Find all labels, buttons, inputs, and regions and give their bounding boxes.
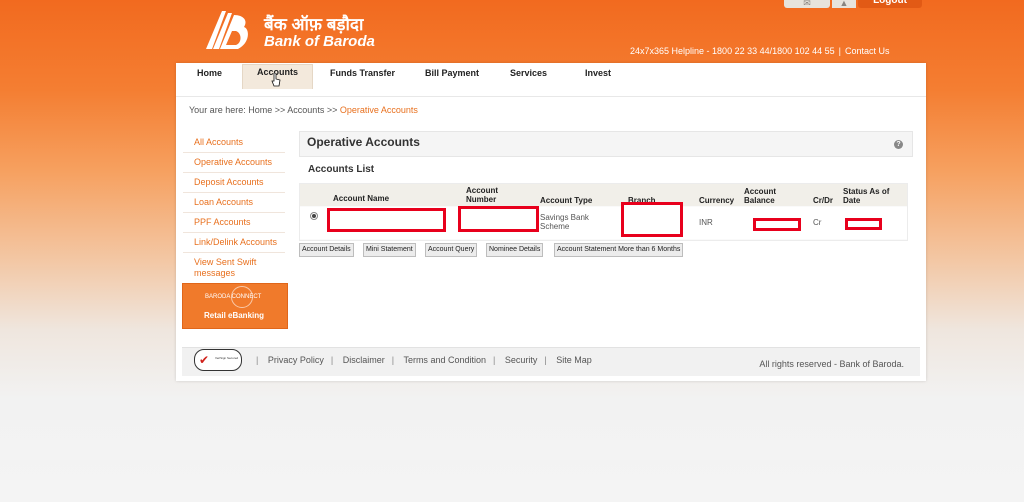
contact-us-link[interactable]: Contact Us bbox=[845, 46, 890, 56]
copyright-text: All rights reserved - Bank of Baroda. bbox=[759, 359, 904, 369]
verisign-check-icon: ✔ bbox=[199, 353, 210, 367]
breadcrumb-accounts[interactable]: Accounts bbox=[287, 105, 324, 115]
tab-bill-payment[interactable]: Bill Payment bbox=[425, 68, 479, 78]
redacted-branch bbox=[621, 202, 683, 237]
breadcrumb-separator: >> bbox=[326, 105, 338, 115]
mouse-cursor-icon bbox=[271, 73, 281, 87]
promo-subtitle: Retail eBanking bbox=[204, 311, 265, 320]
verisign-badge-text: VeriSign Secured bbox=[215, 356, 239, 360]
mini-statement-button[interactable]: Mini Statement bbox=[363, 243, 416, 257]
main-panel: Home Accounts Funds Transfer Bill Paymen… bbox=[176, 63, 926, 381]
redacted-account-name bbox=[327, 208, 446, 232]
sidebar: All Accounts Operative Accounts Deposit … bbox=[183, 131, 285, 283]
breadcrumb-separator: >> bbox=[274, 105, 286, 115]
col-status-date: Status As of Date bbox=[843, 187, 890, 205]
security-link[interactable]: Security bbox=[505, 355, 538, 365]
logout-button[interactable]: Logout bbox=[858, 0, 922, 8]
breadcrumb-prefix: Your are here: bbox=[189, 105, 246, 115]
sidebar-item-link-delink-accounts[interactable]: Link/Delink Accounts bbox=[183, 233, 285, 253]
sidebar-item-view-sent-swift[interactable]: View Sent Swift messages bbox=[183, 253, 285, 283]
page-title: Operative Accounts bbox=[307, 135, 420, 149]
help-icon[interactable]: ? bbox=[894, 140, 903, 149]
col-account-name: Account Name bbox=[333, 194, 390, 203]
main-nav: Home Accounts Funds Transfer Bill Paymen… bbox=[176, 63, 926, 97]
accounts-table: Account Name Account Number Account Type… bbox=[299, 183, 908, 241]
col-cr-dr: Cr/Dr bbox=[813, 196, 834, 205]
nominee-details-button[interactable]: Nominee Details bbox=[486, 243, 544, 257]
account-statement-6-months-button[interactable]: Account Statement More than 6 Months bbox=[554, 243, 684, 257]
disclaimer-link[interactable]: Disclaimer bbox=[343, 355, 385, 365]
helpline-text: 24x7x365 Helpline - 1800 22 33 44/1800 1… bbox=[630, 46, 835, 56]
account-type-value: Savings Bank Scheme bbox=[540, 213, 589, 231]
account-query-button[interactable]: Account Query bbox=[425, 243, 478, 257]
mail-button[interactable]: ✉ bbox=[784, 0, 830, 8]
terms-link[interactable]: Terms and Condition bbox=[403, 355, 486, 365]
sidebar-item-deposit-accounts[interactable]: Deposit Accounts bbox=[183, 173, 285, 193]
col-account-balance: Account Balance bbox=[744, 187, 776, 205]
col-currency: Currency bbox=[699, 196, 735, 205]
cr-dr-value: Cr bbox=[813, 218, 822, 227]
top-utility-bar: ✉ ▲ Logout bbox=[784, 0, 924, 8]
tab-invest[interactable]: Invest bbox=[585, 68, 611, 78]
alert-button[interactable]: ▲ bbox=[832, 0, 856, 8]
account-details-button[interactable]: Account Details bbox=[299, 243, 354, 257]
col-account-type: Account Type bbox=[540, 196, 593, 205]
logo-english-text: Bank of Baroda bbox=[264, 33, 375, 50]
tab-funds-transfer[interactable]: Funds Transfer bbox=[330, 68, 395, 78]
breadcrumb-home[interactable]: Home bbox=[248, 105, 272, 115]
sidebar-item-loan-accounts[interactable]: Loan Accounts bbox=[183, 193, 285, 213]
col-account-number: Account Number bbox=[466, 186, 498, 204]
account-radio[interactable] bbox=[310, 212, 318, 220]
accounts-list-title: Accounts List bbox=[308, 164, 375, 175]
promo-title: BARODA CONNECT bbox=[205, 294, 262, 300]
redacted-account-number bbox=[458, 206, 539, 232]
helpline-bar: 24x7x365 Helpline - 1800 22 33 44/1800 1… bbox=[630, 46, 890, 56]
sidebar-item-all-accounts[interactable]: All Accounts bbox=[183, 131, 285, 153]
baroda-connect-banner[interactable]: BARODA CONNECT Retail eBanking bbox=[182, 283, 288, 329]
sidebar-item-ppf-accounts[interactable]: PPF Accounts bbox=[183, 213, 285, 233]
warning-icon: ▲ bbox=[839, 0, 849, 8]
footer-links: | Privacy Policy | Disclaimer | Terms and … bbox=[256, 355, 592, 365]
sidebar-item-operative-accounts[interactable]: Operative Accounts bbox=[183, 153, 285, 173]
tab-home[interactable]: Home bbox=[197, 68, 222, 78]
redacted-status-date bbox=[845, 218, 882, 230]
currency-value: INR bbox=[699, 218, 713, 227]
breadcrumb: Your are here: Home >> Accounts >> Opera… bbox=[189, 105, 418, 115]
tab-services[interactable]: Services bbox=[510, 68, 547, 78]
logo-hindi-text: बैंक ऑफ़ बड़ौदा bbox=[264, 15, 364, 34]
privacy-policy-link[interactable]: Privacy Policy bbox=[268, 355, 324, 365]
footer: ✔ VeriSign Secured | Privacy Policy | Dis… bbox=[182, 347, 920, 376]
site-map-link[interactable]: Site Map bbox=[556, 355, 592, 365]
verisign-badge[interactable]: ✔ VeriSign Secured bbox=[194, 349, 242, 371]
mail-icon: ✉ bbox=[803, 0, 811, 8]
breadcrumb-current: Operative Accounts bbox=[339, 105, 418, 115]
baroda-logo-icon[interactable] bbox=[204, 9, 250, 51]
section-header: Operative Accounts bbox=[299, 131, 913, 157]
redacted-account-balance bbox=[753, 218, 801, 231]
